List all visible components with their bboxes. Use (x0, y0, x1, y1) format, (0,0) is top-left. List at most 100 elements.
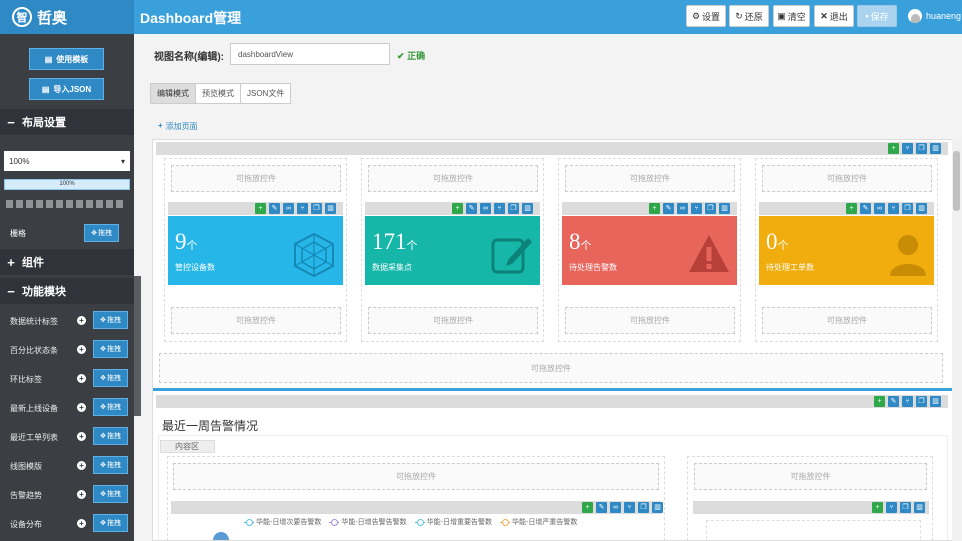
save-button[interactable]: ▪ 保存 (857, 5, 897, 27)
add-icon[interactable]: + (872, 502, 883, 513)
module-drag-button[interactable]: ✥ 拖拽 (93, 514, 128, 532)
split-icon[interactable]: ⑂ (494, 203, 505, 214)
module-add-icon[interactable]: + (77, 519, 86, 528)
copy-icon[interactable]: ❐ (508, 203, 519, 214)
settings-button[interactable]: ⚙ 设置 (686, 5, 726, 27)
module-add-icon[interactable]: + (77, 403, 86, 412)
module-drag-button[interactable]: ✥ 拖拽 (93, 427, 128, 445)
drop-zone[interactable]: 可拖放控件 (694, 463, 927, 490)
restore-button[interactable]: ↻ 还原 (729, 5, 769, 27)
use-template-button[interactable]: ▤ 使用模板 (29, 48, 104, 70)
add-icon[interactable]: + (846, 203, 857, 214)
drop-zone[interactable]: 可拖放控件 (159, 353, 943, 383)
edit-icon[interactable]: ✎ (860, 203, 871, 214)
delete-icon[interactable]: ▥ (652, 502, 663, 513)
stat-card-datapoints[interactable]: 171个 数据采集点 (365, 216, 540, 285)
edit-icon[interactable]: ✎ (269, 203, 280, 214)
layout-settings-header[interactable]: − 布局设置 (0, 109, 134, 135)
link-icon[interactable]: ∞ (480, 203, 491, 214)
legend-item[interactable]: 华能-日增次要告警数 (244, 517, 321, 527)
copy-icon[interactable]: ❐ (916, 396, 927, 407)
drop-zone[interactable]: 可拖放控件 (368, 307, 538, 334)
split-icon[interactable]: ⑂ (888, 203, 899, 214)
user-menu[interactable]: huaneng (908, 9, 961, 23)
edit-icon[interactable]: ✎ (663, 203, 674, 214)
module-drag-button[interactable]: ✥ 拖拽 (93, 340, 128, 358)
legend-item[interactable]: 华能-日增严重告警数 (500, 517, 577, 527)
canvas-scrollbar[interactable] (952, 139, 961, 541)
drop-zone[interactable]: 可拖放控件 (171, 307, 341, 334)
edit-icon[interactable]: ✎ (888, 396, 899, 407)
split-icon[interactable]: ⑂ (902, 143, 913, 154)
delete-icon[interactable]: ▥ (325, 203, 336, 214)
copy-icon[interactable]: ❐ (311, 203, 322, 214)
split-icon[interactable]: ⑂ (886, 502, 897, 513)
copy-icon[interactable]: ❐ (900, 502, 911, 513)
edit-icon[interactable]: ✎ (466, 203, 477, 214)
drop-zone[interactable]: 可拖放控件 (368, 165, 538, 192)
edit-icon[interactable]: ✎ (596, 502, 607, 513)
copy-icon[interactable]: ❐ (916, 143, 927, 154)
view-name-input[interactable]: dashboardView (230, 43, 390, 65)
link-icon[interactable]: ∞ (677, 203, 688, 214)
module-drag-button[interactable]: ✥ 拖拽 (93, 398, 128, 416)
tab-preview-mode[interactable]: 预览模式 (195, 83, 240, 104)
add-icon[interactable]: + (582, 502, 593, 513)
drop-zone[interactable]: 可拖放控件 (565, 165, 735, 192)
import-json-button[interactable]: ▤ 导入JSON (29, 78, 104, 100)
split-icon[interactable]: ⑂ (691, 203, 702, 214)
add-icon[interactable]: + (255, 203, 266, 214)
delete-icon[interactable]: ▥ (930, 396, 941, 407)
module-drag-button[interactable]: ✥ 拖拽 (93, 456, 128, 474)
add-page-link[interactable]: + 添加页面 (158, 121, 198, 132)
add-icon[interactable]: + (888, 143, 899, 154)
drop-zone[interactable]: 可拖放控件 (173, 463, 659, 490)
link-icon[interactable]: ∞ (874, 203, 885, 214)
drop-zone[interactable]: 可拖放控件 (171, 165, 341, 192)
zoom-progress[interactable]: 100% (4, 179, 130, 190)
scroll-thumb[interactable] (953, 151, 960, 211)
module-drag-button[interactable]: ✥ 拖拽 (93, 311, 128, 329)
drop-zone[interactable]: 可拖放控件 (565, 307, 735, 334)
split-icon[interactable]: ⑂ (297, 203, 308, 214)
delete-icon[interactable]: ▥ (916, 203, 927, 214)
copy-icon[interactable]: ❐ (638, 502, 649, 513)
stat-card-workorders[interactable]: 0个 待处理工单数 (759, 216, 934, 285)
tab-json-file[interactable]: JSON文件 (240, 83, 292, 104)
module-drag-button[interactable]: ✥ 拖拽 (93, 369, 128, 387)
stat-card-devices[interactable]: 9个 管控设备数 (168, 216, 343, 285)
stat-card-alarms[interactable]: 8个 待处理告警数 (562, 216, 737, 285)
legend-item[interactable]: 华能-日增告警告警数 (329, 517, 407, 527)
legend-item[interactable]: 华能-日增重要告警数 (414, 517, 492, 527)
delete-icon[interactable]: ▥ (719, 203, 730, 214)
tab-edit-mode[interactable]: 编辑模式 (150, 83, 195, 104)
modules-header[interactable]: − 功能模块 (0, 278, 134, 304)
module-add-icon[interactable]: + (77, 345, 86, 354)
module-add-icon[interactable]: + (77, 461, 86, 470)
split-icon[interactable]: ⑂ (624, 502, 635, 513)
delete-icon[interactable]: ▥ (914, 502, 925, 513)
drop-zone[interactable]: 可拖放控件 (762, 307, 932, 334)
sidebar-scrollbar[interactable] (134, 276, 141, 416)
copy-icon[interactable]: ❐ (705, 203, 716, 214)
module-add-icon[interactable]: + (77, 490, 86, 499)
clear-button[interactable]: ▣ 清空 (773, 5, 810, 27)
link-icon[interactable]: ∞ (283, 203, 294, 214)
link-icon[interactable]: ∞ (610, 502, 621, 513)
delete-icon[interactable]: ▥ (930, 143, 941, 154)
zoom-select[interactable]: 100% ▾ (4, 151, 130, 171)
drop-zone[interactable]: 可拖放控件 (762, 165, 932, 192)
module-add-icon[interactable]: + (77, 432, 86, 441)
delete-icon[interactable]: ▥ (522, 203, 533, 214)
module-add-icon[interactable]: + (77, 316, 86, 325)
add-icon[interactable]: + (649, 203, 660, 214)
exit-button[interactable]: ✕ 退出 (814, 5, 854, 27)
copy-icon[interactable]: ❐ (902, 203, 913, 214)
add-icon[interactable]: + (452, 203, 463, 214)
components-header[interactable]: + 组件 (0, 249, 134, 275)
module-add-icon[interactable]: + (77, 374, 86, 383)
grid-drag-button[interactable]: ✥ 拖拽 (84, 224, 119, 242)
split-icon[interactable]: ⑂ (902, 396, 913, 407)
module-drag-button[interactable]: ✥ 拖拽 (93, 485, 128, 503)
add-icon[interactable]: + (874, 396, 885, 407)
